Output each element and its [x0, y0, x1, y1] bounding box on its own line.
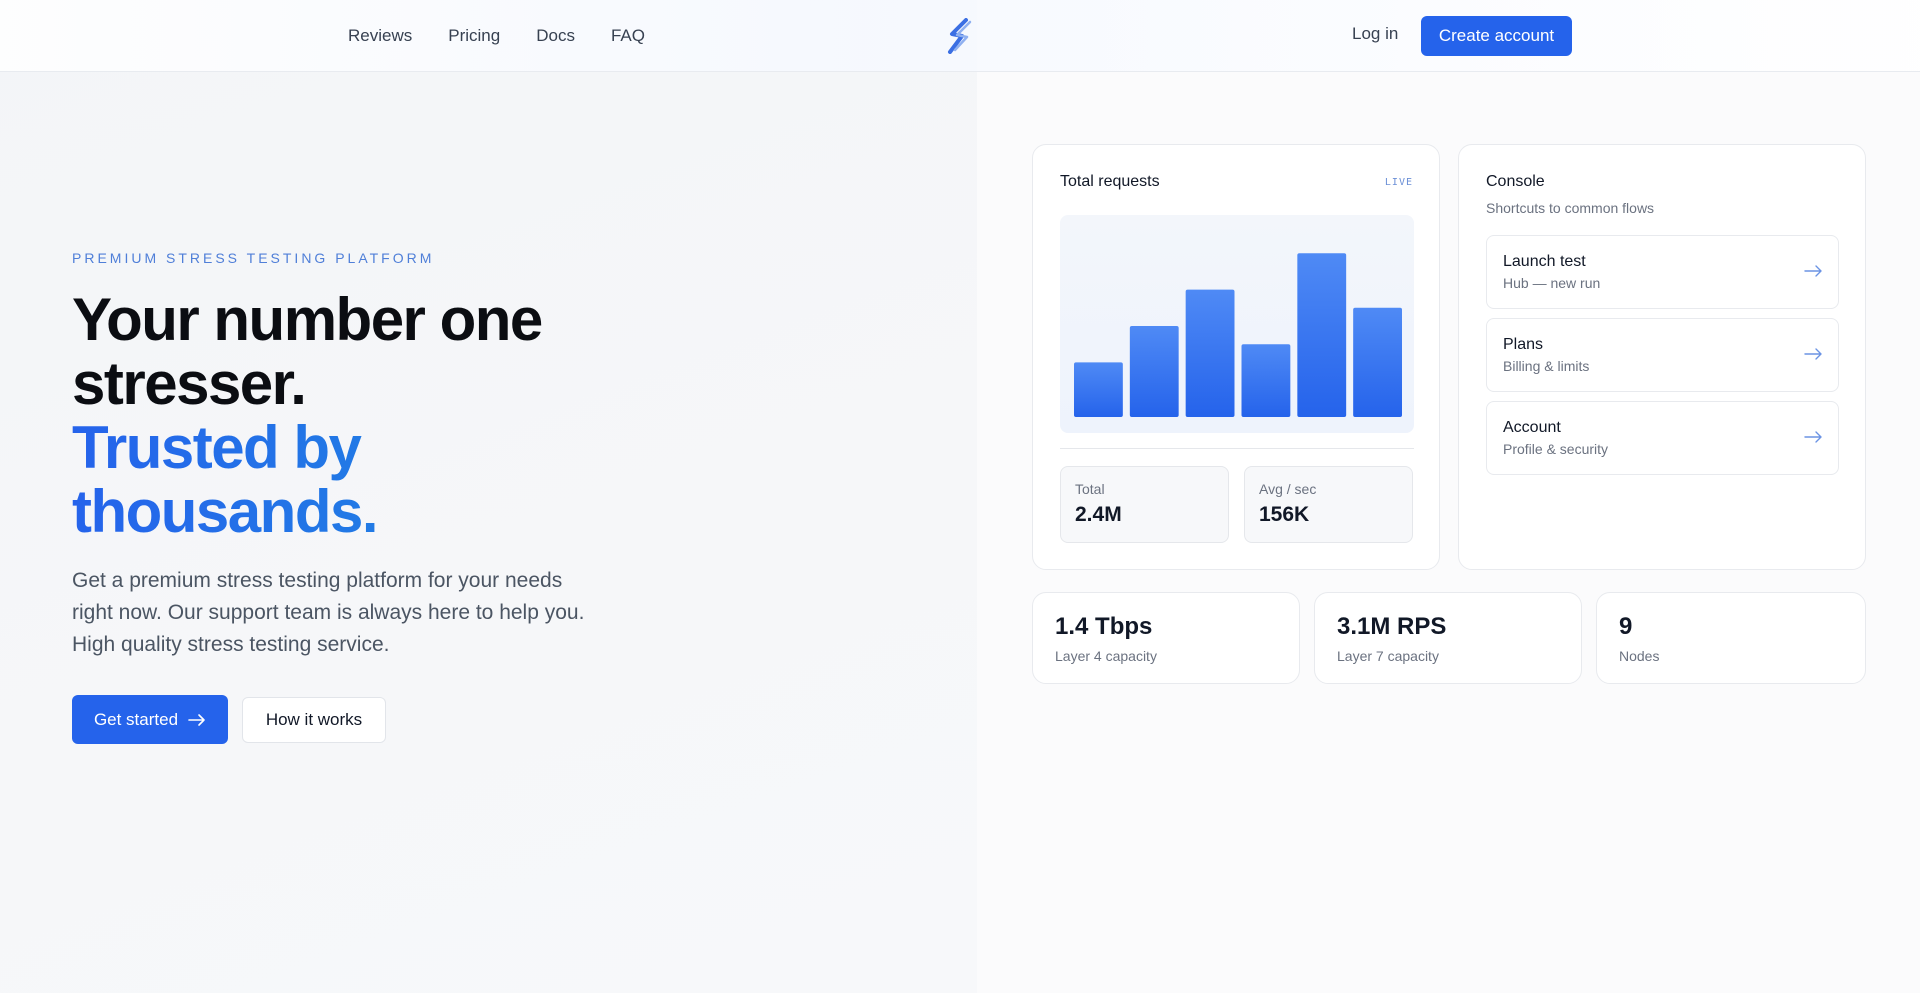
shortcut-account[interactable]: Account Profile & security — [1486, 401, 1839, 475]
metric-nodes: 9 Nodes — [1596, 592, 1866, 684]
top-nav: Reviews Pricing Docs FAQ Log in Create a… — [0, 0, 1920, 72]
console-subtitle: Shortcuts to common flows — [1486, 200, 1655, 216]
arrow-right-icon — [188, 713, 205, 726]
nav-link-faq[interactable]: FAQ — [611, 26, 645, 46]
shortcut-title: Launch test — [1503, 253, 1586, 270]
shortcut-title: Account — [1503, 419, 1561, 436]
get-started-button[interactable]: Get started — [72, 695, 228, 744]
headline-line-2: Trusted by thousands. — [72, 416, 632, 544]
shortcut-desc: Billing & limits — [1503, 358, 1590, 374]
shortcut-desc: Profile & security — [1503, 441, 1609, 457]
chart-bar-4 — [1241, 344, 1291, 417]
stat-label: Avg / sec — [1259, 481, 1317, 497]
stat-total: Total 2.4M — [1060, 466, 1229, 543]
metric-layer7: 3.1M RPS Layer 7 capacity — [1314, 592, 1582, 684]
shortcut-desc: Hub — new run — [1503, 275, 1601, 291]
chart-bar-3 — [1185, 289, 1235, 417]
hero-headline: Your number one stresser. Trusted by tho… — [72, 288, 632, 544]
nav-link-reviews[interactable]: Reviews — [348, 26, 412, 46]
card-title: Total requests — [1060, 173, 1160, 190]
hero-subtitle: Get a premium stress testing platform fo… — [72, 569, 585, 656]
get-started-label: Get started — [93, 709, 179, 729]
arrow-right-icon — [1804, 431, 1822, 443]
chart-bar-6 — [1353, 307, 1402, 417]
arrow-right-icon — [1804, 348, 1822, 360]
chart-bar-5 — [1297, 253, 1347, 417]
total-requests-card: Total requests LIVE Total 2.4M Avg / sec… — [1032, 144, 1440, 570]
lightning-s-logo-icon[interactable] — [944, 18, 976, 54]
requests-bar-chart — [1074, 253, 1402, 417]
headline-line-1: Your number one stresser. — [72, 286, 543, 417]
arrow-right-icon — [1804, 265, 1822, 277]
console-card: Console Shortcuts to common flows Launch… — [1458, 144, 1866, 570]
metric-label: Layer 4 capacity — [1055, 648, 1157, 664]
how-it-works-button[interactable]: How it works — [242, 697, 386, 743]
create-account-button[interactable]: Create account — [1421, 16, 1572, 56]
metric-label: Nodes — [1619, 648, 1660, 664]
chart-bar-1 — [1074, 362, 1123, 417]
metric-value: 9 — [1619, 613, 1633, 640]
chart-bar-2 — [1129, 326, 1179, 417]
stat-avg-per-sec: Avg / sec 156K — [1244, 466, 1413, 543]
shortcut-title: Plans — [1503, 336, 1544, 353]
nav-link-pricing[interactable]: Pricing — [448, 26, 500, 46]
shortcut-launch-test[interactable]: Launch test Hub — new run — [1486, 235, 1839, 309]
live-badge: LIVE — [1384, 177, 1413, 188]
requests-chart — [1060, 215, 1414, 433]
nav-link-docs[interactable]: Docs — [536, 26, 575, 46]
metric-label: Layer 7 capacity — [1337, 648, 1439, 664]
stat-value: 156K — [1259, 503, 1310, 526]
metric-value: 3.1M RPS — [1337, 613, 1447, 640]
metric-value: 1.4 Tbps — [1055, 613, 1153, 640]
login-link[interactable]: Log in — [1352, 24, 1398, 44]
metric-layer4: 1.4 Tbps Layer 4 capacity — [1032, 592, 1300, 684]
console-title: Console — [1486, 173, 1545, 190]
stat-label: Total — [1075, 481, 1105, 497]
stat-value: 2.4M — [1075, 503, 1122, 526]
shortcut-plans[interactable]: Plans Billing & limits — [1486, 318, 1839, 392]
nav-links: Reviews Pricing Docs FAQ — [348, 0, 645, 72]
card-divider — [1060, 448, 1414, 449]
hero-eyebrow: PREMIUM STRESS TESTING PLATFORM — [72, 250, 435, 266]
